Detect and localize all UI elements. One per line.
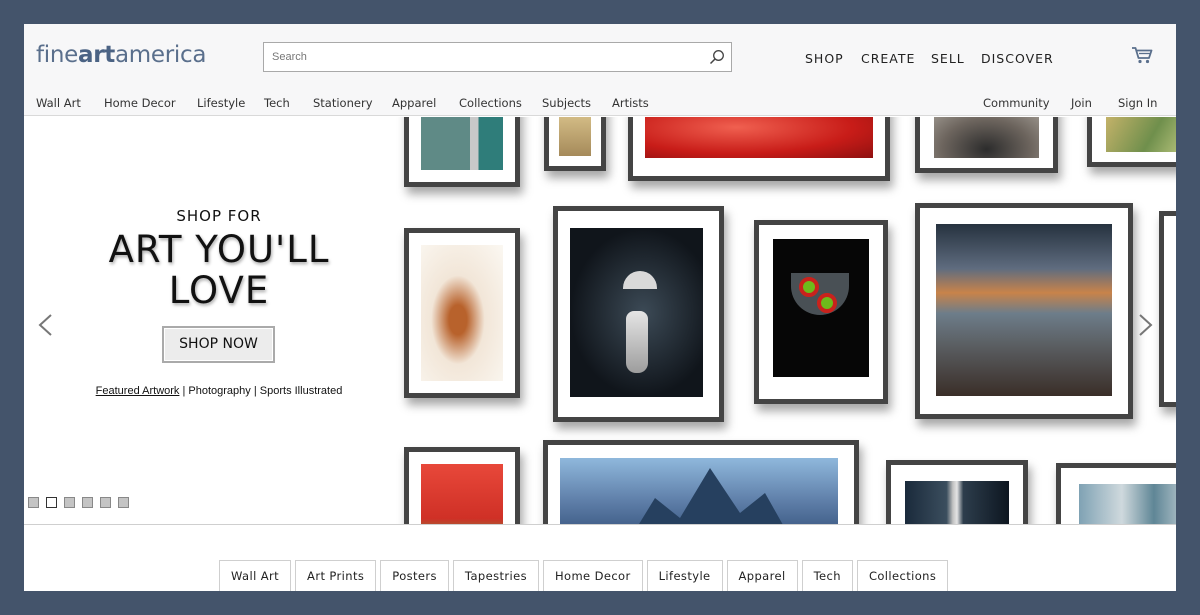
link-photography[interactable]: Photography — [188, 385, 250, 397]
slide-dot[interactable] — [82, 497, 93, 508]
framed-artwork — [1087, 117, 1176, 167]
hero-kicker: SHOP FOR — [176, 207, 262, 225]
framed-artwork — [628, 117, 890, 181]
logo-text-america: america — [114, 42, 207, 68]
slide-dot[interactable] — [100, 497, 111, 508]
slide-dot[interactable] — [64, 497, 75, 508]
subnav-stationery[interactable]: Stationery — [313, 96, 373, 110]
logo-text-art: art — [78, 42, 115, 68]
subnav-home-decor[interactable]: Home Decor — [104, 96, 176, 110]
hero-headline-line2: LOVE — [168, 269, 270, 312]
nav-discover[interactable]: DISCOVER — [981, 51, 1054, 66]
framed-artwork — [886, 460, 1028, 524]
framed-artwork — [915, 117, 1058, 173]
category-posters[interactable]: Posters — [380, 560, 449, 591]
slide-dot[interactable] — [28, 497, 39, 508]
category-tech[interactable]: Tech — [801, 560, 853, 591]
category-collections[interactable]: Collections — [856, 560, 949, 591]
chevron-left-icon[interactable] — [36, 313, 54, 337]
cart-icon[interactable] — [1131, 46, 1153, 64]
framed-artwork — [1056, 463, 1176, 524]
subnav-artists[interactable]: Artists — [612, 96, 649, 110]
framed-artwork — [404, 447, 520, 524]
hero-banner: SHOP FOR ART YOU'LL LOVE SHOP NOW Featur… — [24, 117, 1176, 524]
framed-art-wall — [394, 117, 1176, 524]
framed-artwork — [754, 220, 888, 404]
link-sports-illustrated[interactable]: Sports Illustrated — [260, 385, 343, 397]
hero-links: Featured Artwork | Photography | Sports … — [24, 385, 414, 397]
subnav-wall-art[interactable]: Wall Art — [36, 96, 81, 110]
framed-artwork — [544, 117, 606, 171]
category-wall-art[interactable]: Wall Art — [219, 560, 292, 591]
site-header: fineartamerica SHOP CREATE SELL DISCOVER… — [24, 24, 1176, 116]
subnav-collections[interactable]: Collections — [459, 96, 522, 110]
subnav-community[interactable]: Community — [983, 96, 1050, 110]
framed-artwork — [915, 203, 1133, 419]
nav-create[interactable]: CREATE — [861, 51, 915, 66]
subnav-join[interactable]: Join — [1071, 96, 1092, 110]
subnav-tech[interactable]: Tech — [264, 96, 290, 110]
subnav-subjects[interactable]: Subjects — [542, 96, 591, 110]
hero-headline-line1: ART YOU'LL — [108, 228, 330, 271]
framed-artwork — [404, 117, 520, 187]
category-art-prints[interactable]: Art Prints — [295, 560, 377, 591]
link-featured-artwork[interactable]: Featured Artwork — [96, 385, 180, 397]
link-separator: | — [182, 385, 186, 397]
search-input[interactable] — [264, 43, 684, 71]
framed-artwork — [553, 206, 724, 422]
slide-dot[interactable] — [118, 497, 129, 508]
nav-sell[interactable]: SELL — [931, 51, 965, 66]
link-separator: | — [253, 385, 257, 397]
category-tapestries[interactable]: Tapestries — [452, 560, 539, 591]
subnav-sign-in[interactable]: Sign In — [1118, 96, 1157, 110]
category-apparel[interactable]: Apparel — [726, 560, 798, 591]
chevron-right-icon[interactable] — [1137, 313, 1155, 337]
shop-now-button[interactable]: SHOP NOW — [162, 326, 275, 363]
category-lifestyle[interactable]: Lifestyle — [646, 560, 723, 591]
category-home-decor[interactable]: Home Decor — [542, 560, 643, 591]
framed-artwork — [404, 228, 520, 398]
search-box — [263, 42, 732, 72]
framed-artwork — [543, 440, 859, 524]
hero-headline: ART YOU'LL LOVE — [24, 229, 414, 311]
nav-shop[interactable]: SHOP — [805, 51, 844, 66]
logo-text-fine: fine — [36, 42, 79, 68]
site-logo[interactable]: fineartamerica — [36, 42, 206, 68]
subnav-lifestyle[interactable]: Lifestyle — [197, 96, 245, 110]
browser-page: fineartamerica SHOP CREATE SELL DISCOVER… — [24, 24, 1176, 591]
framed-artwork — [1159, 211, 1176, 407]
subnav-apparel[interactable]: Apparel — [392, 96, 436, 110]
category-tabs: Wall Art Art Prints Posters Tapestries Home … — [219, 560, 952, 591]
slide-indicators — [28, 497, 136, 515]
section-divider — [24, 524, 1176, 525]
slide-dot-active[interactable] — [46, 497, 57, 508]
search-icon[interactable] — [709, 49, 725, 65]
